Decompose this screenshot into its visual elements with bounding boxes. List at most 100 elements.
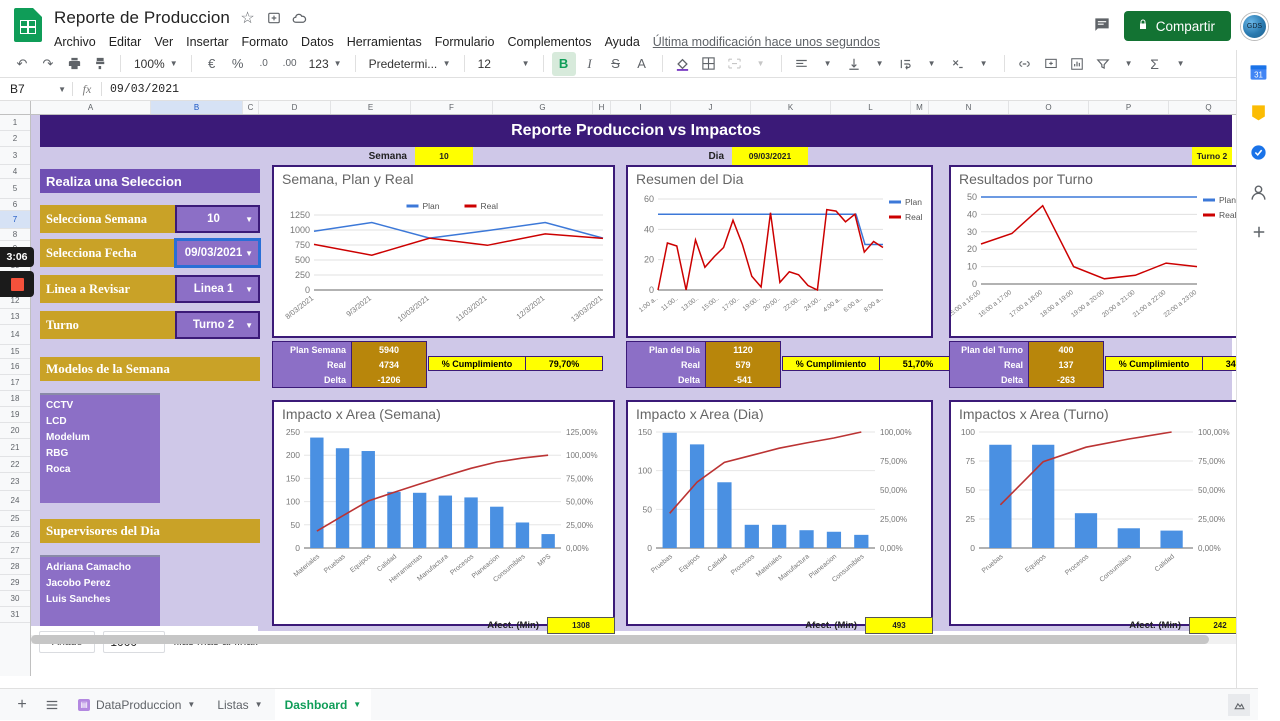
menu-item-editar[interactable]: Editar [109, 35, 142, 49]
vertical-align-icon[interactable] [842, 52, 866, 76]
dropdown-fecha[interactable]: 09/03/2021 ▼ [175, 239, 260, 267]
column-header-D[interactable]: D [259, 101, 331, 114]
formula-input[interactable]: 09/03/2021 [102, 83, 179, 96]
chart-card-semana[interactable]: Semana, Plan y Real 0250500750100012508/… [272, 165, 615, 338]
menu-item-formato[interactable]: Formato [242, 35, 289, 49]
row-header-17[interactable]: 17 [0, 375, 30, 391]
menu-item-complementos[interactable]: Complementos [507, 35, 591, 49]
row-header-2[interactable]: 2 [0, 131, 30, 147]
row-header-26[interactable]: 26 [0, 527, 30, 543]
chart-card-impacto-dia[interactable]: Impacto x Area (Dia) 0501001500,00%25,00… [626, 400, 933, 626]
chevron-down-icon[interactable]: ▼ [187, 700, 195, 709]
dropdown-semana[interactable]: 10 ▼ [175, 205, 260, 233]
name-box[interactable]: B7 ▼ [0, 78, 72, 100]
row-header-29[interactable]: 29 [0, 575, 30, 591]
row-header-3[interactable]: 3 [0, 147, 30, 165]
menu-item-ver[interactable]: Ver [154, 35, 173, 49]
font-selector[interactable]: Predetermi...▼ [364, 53, 456, 75]
font-size-selector[interactable]: 12▼ [473, 53, 535, 75]
row-header-14[interactable]: 14 [0, 325, 30, 345]
borders-icon[interactable] [697, 52, 721, 76]
chart-card-impacto-semana[interactable]: Impacto x Area (Semana) 0501001502002500… [272, 400, 615, 626]
avatar[interactable]: GDS [1241, 13, 1268, 40]
increase-decimal-button[interactable]: .00 [278, 52, 302, 76]
chevron-down-icon[interactable]: ▼ [255, 700, 263, 709]
merge-cells-caret-icon[interactable]: ▼ [749, 52, 773, 76]
dropdown-turno[interactable]: Turno 2 ▼ [175, 311, 260, 339]
semana-value[interactable]: 10 [415, 147, 473, 165]
align-icon[interactable] [790, 52, 814, 76]
row-header-27[interactable]: 27 [0, 543, 30, 559]
row-header-18[interactable]: 18 [0, 391, 30, 407]
row-header-13[interactable]: 13 [0, 309, 30, 325]
column-header-N[interactable]: N [929, 101, 1009, 114]
menu-item-datos[interactable]: Datos [301, 35, 334, 49]
chart-card-turno[interactable]: Resultados por Turno 0102030405015:00 a … [949, 165, 1251, 338]
row-header-23[interactable]: 23 [0, 473, 30, 491]
turno-value[interactable]: Turno 2 [1192, 147, 1232, 165]
row-header-19[interactable]: 19 [0, 407, 30, 423]
italic-button[interactable]: I [578, 52, 602, 76]
row-header-15[interactable]: 15 [0, 345, 30, 359]
select-all-corner[interactable] [0, 101, 31, 114]
insert-comment-icon[interactable] [1039, 52, 1063, 76]
column-header-P[interactable]: P [1089, 101, 1169, 114]
text-wrap-icon[interactable] [894, 52, 918, 76]
comment-icon[interactable] [1092, 15, 1114, 37]
row-header-31[interactable]: 31 [0, 607, 30, 623]
column-header-O[interactable]: O [1009, 101, 1089, 114]
row-header-16[interactable]: 16 [0, 359, 30, 375]
column-header-L[interactable]: L [831, 101, 911, 114]
functions-caret-icon[interactable]: ▼ [1169, 52, 1193, 76]
merge-cells-icon[interactable] [723, 52, 747, 76]
row-header-25[interactable]: 25 [0, 511, 30, 527]
tasks-icon[interactable] [1247, 140, 1271, 164]
column-header-M[interactable]: M [911, 101, 929, 114]
star-icon[interactable]: ☆ [239, 10, 256, 27]
menu-item-herramientas[interactable]: Herramientas [347, 35, 422, 49]
number-format-selector[interactable]: 123▼ [304, 53, 347, 75]
column-header-A[interactable]: A [31, 101, 151, 114]
sheet-tab-listas[interactable]: Listas ▼ [207, 689, 272, 721]
column-header-B[interactable]: B [151, 101, 243, 114]
align-caret-icon[interactable]: ▼ [816, 52, 840, 76]
contacts-icon[interactable] [1247, 180, 1271, 204]
print-icon[interactable] [62, 52, 86, 76]
row-header-4[interactable]: 4 [0, 165, 30, 179]
sheet-tab-dataproduccion[interactable]: ▤ DataProduccion ▼ [68, 689, 205, 721]
text-color-button[interactable]: A [630, 52, 654, 76]
paint-format-icon[interactable] [88, 52, 112, 76]
row-header-20[interactable]: 20 [0, 423, 30, 439]
column-header-I[interactable]: I [611, 101, 671, 114]
menu-item-formulario[interactable]: Formulario [435, 35, 495, 49]
row-header-6[interactable]: 6 [0, 199, 30, 211]
menu-item-archivo[interactable]: Archivo [54, 35, 96, 49]
menu-item-insertar[interactable]: Insertar [186, 35, 228, 49]
text-rotation-icon[interactable] [946, 52, 970, 76]
column-header-J[interactable]: J [671, 101, 751, 114]
column-header-K[interactable]: K [751, 101, 831, 114]
currency-format-button[interactable]: € [200, 52, 224, 76]
dropdown-linea[interactable]: Linea 1 ▼ [175, 275, 260, 303]
row-header-1[interactable]: 1 [0, 115, 30, 131]
percent-format-button[interactable]: % [226, 52, 250, 76]
chevron-down-icon[interactable]: ▼ [353, 700, 361, 709]
redo-button[interactable]: ↷ [36, 52, 60, 76]
bold-button[interactable]: B [552, 52, 576, 76]
column-header-H[interactable]: H [593, 101, 611, 114]
add-sheet-icon[interactable]: + [8, 691, 36, 719]
zoom-selector[interactable]: 100%▼ [129, 53, 183, 75]
column-header-G[interactable]: G [493, 101, 593, 114]
text-rotation-caret-icon[interactable]: ▼ [972, 52, 996, 76]
row-header-24[interactable]: 24 [0, 491, 30, 511]
insert-chart-icon[interactable] [1065, 52, 1089, 76]
sheets-logo-icon[interactable] [14, 8, 48, 42]
row-header-8[interactable]: 8 [0, 229, 30, 241]
row-header-22[interactable]: 22 [0, 457, 30, 473]
chart-card-impacto-turno[interactable]: Impactos x Area (Turno) 02550751000,00%2… [949, 400, 1251, 626]
last-modified-label[interactable]: Última modificación hace unos segundos [653, 35, 880, 49]
dia-value[interactable]: 09/03/2021 [732, 147, 808, 165]
row-header-28[interactable]: 28 [0, 559, 30, 575]
share-button[interactable]: Compartir [1124, 11, 1231, 41]
row-header-7[interactable]: 7 [0, 211, 30, 229]
